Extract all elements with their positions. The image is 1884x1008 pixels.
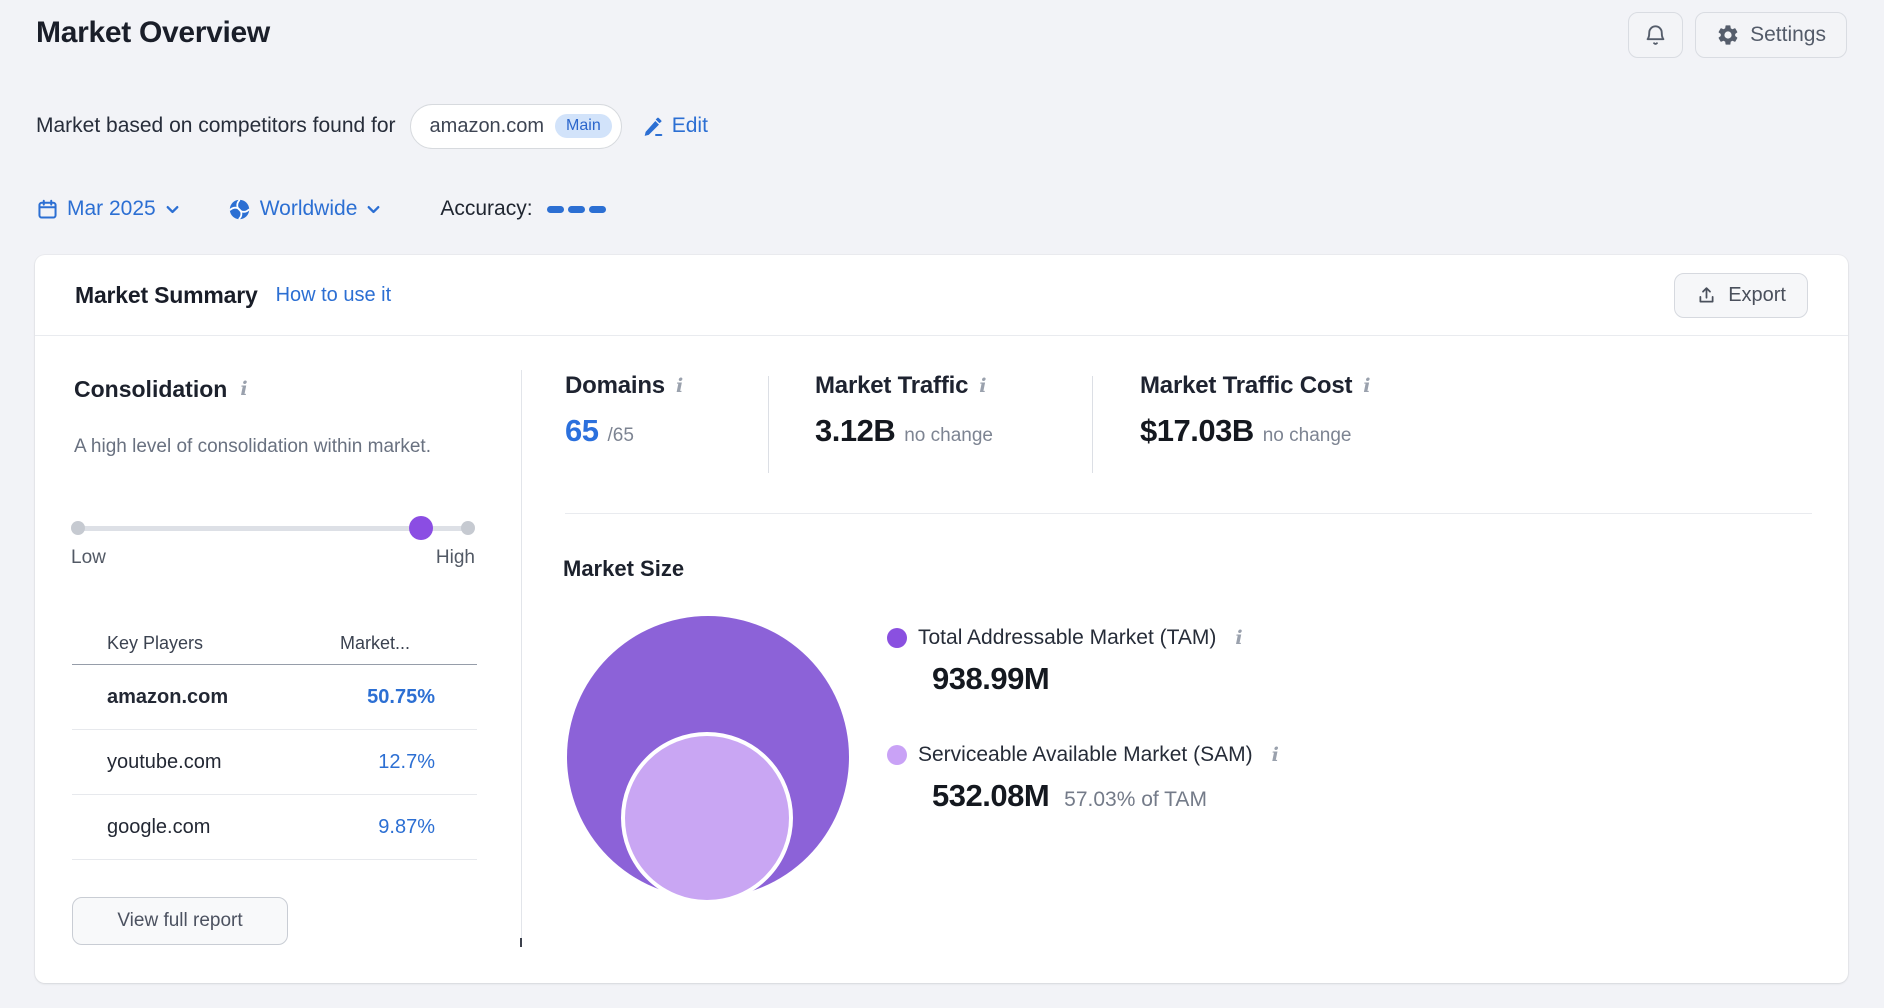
info-icon[interactable]: i — [1235, 629, 1242, 648]
slider-low-endpoint — [71, 521, 85, 535]
sam-legend-dot — [887, 745, 907, 765]
chevron-down-icon — [164, 201, 181, 218]
settings-button-label: Settings — [1750, 23, 1826, 47]
table-row[interactable]: youtube.com 12.7% — [72, 730, 477, 795]
slider-labels: Low High — [71, 547, 475, 569]
market-size-title: Market Size — [563, 556, 684, 582]
pencil-icon — [642, 115, 665, 138]
key-players-header-row: Key Players Market... — [72, 623, 477, 665]
domains-value[interactable]: 65 — [565, 413, 598, 449]
card-title: Market Summary — [75, 282, 258, 309]
player-domain[interactable]: google.com — [72, 816, 210, 839]
slider-high-endpoint — [461, 521, 475, 535]
player-share: 50.75% — [367, 686, 477, 709]
accuracy-indicator[interactable] — [547, 206, 606, 213]
region-selector[interactable]: Worldwide — [227, 197, 383, 222]
domains-label: Domains — [565, 372, 665, 400]
market-traffic-value: 3.12B — [815, 413, 895, 449]
info-icon[interactable]: i — [676, 377, 683, 396]
market-traffic-change: no change — [904, 425, 993, 447]
sam-percent-of-tam: 57.03% of TAM — [1064, 788, 1207, 812]
accuracy-group: Accuracy: — [440, 197, 605, 221]
section-divider — [565, 513, 1812, 514]
market-share-column-header[interactable]: Market... — [340, 633, 477, 654]
sam-bubble[interactable] — [621, 732, 793, 904]
accuracy-dash — [547, 206, 564, 213]
tam-legend-row: Total Addressable Market (TAM) i — [887, 626, 1243, 650]
card-header: Market Summary How to use it Export — [35, 255, 1848, 336]
player-domain[interactable]: amazon.com — [72, 686, 228, 709]
main-badge: Main — [555, 114, 612, 138]
accuracy-dash — [568, 206, 585, 213]
table-row[interactable]: google.com 9.87% — [72, 795, 477, 860]
column-divider — [521, 370, 522, 945]
settings-button[interactable]: Settings — [1695, 12, 1847, 58]
key-players-column-header: Key Players — [72, 633, 203, 654]
column-divider-tip — [520, 938, 522, 947]
accuracy-label: Accuracy: — [440, 197, 532, 221]
market-traffic-cost-change: no change — [1263, 425, 1352, 447]
view-full-report-button[interactable]: View full report — [72, 897, 288, 945]
market-summary-card: Market Summary How to use it Export Cons… — [35, 255, 1848, 983]
market-definition-text: Market based on competitors found for — [36, 114, 396, 138]
market-traffic-label: Market Traffic — [815, 372, 968, 400]
player-share: 9.87% — [378, 816, 477, 839]
date-selector-label: Mar 2025 — [67, 197, 156, 221]
export-button[interactable]: Export — [1674, 273, 1808, 318]
tam-value: 938.99M — [932, 661, 1049, 697]
consolidation-heading: Consolidation i — [74, 376, 248, 403]
region-selector-label: Worldwide — [260, 197, 358, 221]
accuracy-dash — [589, 206, 606, 213]
export-button-label: Export — [1728, 284, 1786, 307]
market-traffic-cost-label: Market Traffic Cost — [1140, 372, 1352, 400]
edit-link-label: Edit — [672, 114, 708, 138]
notifications-button[interactable] — [1628, 12, 1683, 58]
domains-total: /65 — [607, 425, 633, 447]
sam-value: 532.08M — [932, 778, 1049, 814]
domains-stat: Domains i 65 /65 — [565, 372, 768, 473]
sam-legend-row: Serviceable Available Market (SAM) i — [887, 743, 1279, 767]
date-selector[interactable]: Mar 2025 — [36, 197, 181, 221]
market-traffic-stat: Market Traffic i 3.12B no change — [769, 372, 1092, 473]
seed-domain-pill[interactable]: amazon.com Main — [410, 104, 622, 149]
consolidation-description: A high level of consolidation within mar… — [74, 433, 454, 461]
edit-competitors-link[interactable]: Edit — [642, 114, 708, 138]
how-to-use-link[interactable]: How to use it — [276, 284, 392, 307]
slider-high-label: High — [436, 547, 475, 569]
player-share: 12.7% — [378, 751, 477, 774]
player-domain[interactable]: youtube.com — [72, 751, 222, 774]
tam-legend-dot — [887, 628, 907, 648]
header-actions: Settings — [1628, 12, 1847, 58]
info-icon[interactable]: i — [1272, 746, 1279, 765]
seed-domain: amazon.com — [430, 115, 545, 138]
consolidation-title: Consolidation — [74, 376, 227, 403]
key-players-table: Key Players Market... amazon.com 50.75% … — [72, 623, 477, 860]
info-icon[interactable]: i — [240, 380, 247, 399]
market-traffic-cost-stat: Market Traffic Cost i $17.03B no change — [1093, 372, 1370, 473]
export-icon — [1696, 285, 1717, 306]
info-icon[interactable]: i — [1363, 377, 1370, 396]
tam-legend-label: Total Addressable Market (TAM) — [918, 626, 1216, 650]
market-definition-row: Market based on competitors found for am… — [36, 103, 708, 149]
consolidation-slider[interactable] — [71, 513, 475, 543]
info-icon[interactable]: i — [979, 377, 986, 396]
slider-handle[interactable] — [409, 516, 433, 540]
bell-icon — [1643, 23, 1668, 48]
globe-icon — [227, 197, 252, 222]
market-traffic-cost-value: $17.03B — [1140, 413, 1254, 449]
market-traffic-cost-label-row: Market Traffic Cost i — [1140, 372, 1370, 400]
sam-legend-label: Serviceable Available Market (SAM) — [918, 743, 1253, 767]
slider-low-label: Low — [71, 547, 106, 569]
domains-stat-label-row: Domains i — [565, 372, 768, 400]
table-row[interactable]: amazon.com 50.75% — [72, 665, 477, 730]
chevron-down-icon — [365, 201, 382, 218]
calendar-icon — [36, 198, 59, 221]
stats-row: Domains i 65 /65 Market Traffic i 3.12B … — [565, 372, 1370, 473]
page-title: Market Overview — [36, 16, 270, 50]
market-traffic-label-row: Market Traffic i — [815, 372, 1092, 400]
gear-icon — [1716, 23, 1740, 47]
filter-row: Mar 2025 Worldwide Accuracy: — [36, 192, 606, 226]
